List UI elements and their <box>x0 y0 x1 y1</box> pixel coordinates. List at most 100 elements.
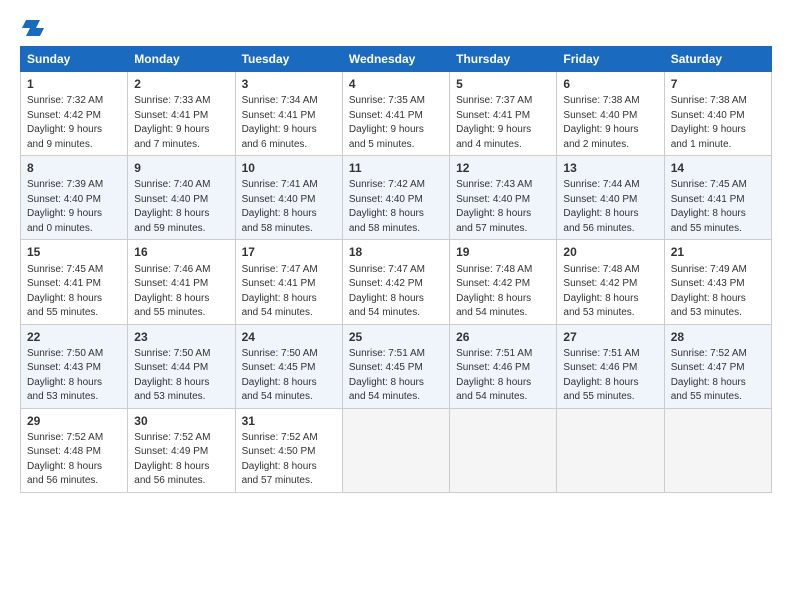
day-cell: 3 Sunrise: 7:34 AMSunset: 4:41 PMDaylight… <box>235 72 342 156</box>
weekday-header: Thursday <box>450 47 557 72</box>
day-cell: 26 Sunrise: 7:51 AMSunset: 4:46 PMDayligh… <box>450 324 557 408</box>
day-number: 9 <box>134 160 228 176</box>
day-number: 3 <box>242 76 336 92</box>
day-cell: 16 Sunrise: 7:46 AMSunset: 4:41 PMDayligh… <box>128 240 235 324</box>
weekday-header: Friday <box>557 47 664 72</box>
day-cell: 1 Sunrise: 7:32 AMSunset: 4:42 PMDaylight… <box>21 72 128 156</box>
day-info: Sunrise: 7:47 AMSunset: 4:41 PMDaylight:… <box>242 264 318 319</box>
day-number: 11 <box>349 160 443 176</box>
day-info: Sunrise: 7:38 AMSunset: 4:40 PMDaylight:… <box>671 95 747 150</box>
day-number: 17 <box>242 244 336 260</box>
day-number: 4 <box>349 76 443 92</box>
day-info: Sunrise: 7:35 AMSunset: 4:41 PMDaylight:… <box>349 95 425 150</box>
day-number: 23 <box>134 329 228 345</box>
day-number: 30 <box>134 413 228 429</box>
calendar-week-row: 15Sunrise: 7:45 AMSunset: 4:41 PMDayligh… <box>21 240 772 324</box>
empty-cell <box>664 408 771 492</box>
day-info: Sunrise: 7:45 AMSunset: 4:41 PMDaylight:… <box>671 179 747 234</box>
day-info: Sunrise: 7:52 AMSunset: 4:49 PMDaylight:… <box>134 432 210 487</box>
day-cell: 18 Sunrise: 7:47 AMSunset: 4:42 PMDayligh… <box>342 240 449 324</box>
day-info: Sunrise: 7:47 AMSunset: 4:42 PMDaylight:… <box>349 264 425 319</box>
empty-cell <box>450 408 557 492</box>
day-number: 12 <box>456 160 550 176</box>
calendar-table: SundayMondayTuesdayWednesdayThursdayFrid… <box>20 46 772 493</box>
day-info: Sunrise: 7:51 AMSunset: 4:46 PMDaylight:… <box>563 348 639 403</box>
day-info: Sunrise: 7:40 AMSunset: 4:40 PMDaylight:… <box>134 179 210 234</box>
day-cell: 22 Sunrise: 7:50 AMSunset: 4:43 PMDayligh… <box>21 324 128 408</box>
day-info: Sunrise: 7:49 AMSunset: 4:43 PMDaylight:… <box>671 264 747 319</box>
day-cell: 28 Sunrise: 7:52 AMSunset: 4:47 PMDayligh… <box>664 324 771 408</box>
day-info: Sunrise: 7:39 AMSunset: 4:40 PMDaylight:… <box>27 179 103 234</box>
day-cell: 7 Sunrise: 7:38 AMSunset: 4:40 PMDaylight… <box>664 72 771 156</box>
day-cell: 2Sunrise: 7:33 AMSunset: 4:41 PMDaylight… <box>128 72 235 156</box>
day-number: 8 <box>27 160 121 176</box>
day-info: Sunrise: 7:41 AMSunset: 4:40 PMDaylight:… <box>242 179 318 234</box>
day-number: 29 <box>27 413 121 429</box>
day-number: 27 <box>563 329 657 345</box>
day-number: 7 <box>671 76 765 92</box>
day-info: Sunrise: 7:52 AMSunset: 4:48 PMDaylight:… <box>27 432 103 487</box>
day-cell: 12 Sunrise: 7:43 AMSunset: 4:40 PMDayligh… <box>450 156 557 240</box>
day-info: Sunrise: 7:52 AMSunset: 4:47 PMDaylight:… <box>671 348 747 403</box>
day-cell: 30 Sunrise: 7:52 AMSunset: 4:49 PMDayligh… <box>128 408 235 492</box>
day-info: Sunrise: 7:51 AMSunset: 4:45 PMDaylight:… <box>349 348 425 403</box>
day-info: Sunrise: 7:45 AMSunset: 4:41 PMDaylight:… <box>27 264 103 319</box>
day-number: 20 <box>563 244 657 260</box>
day-info: Sunrise: 7:32 AMSunset: 4:42 PMDaylight:… <box>27 95 103 150</box>
day-cell: 19 Sunrise: 7:48 AMSunset: 4:42 PMDayligh… <box>450 240 557 324</box>
empty-cell <box>557 408 664 492</box>
day-cell: 15Sunrise: 7:45 AMSunset: 4:41 PMDayligh… <box>21 240 128 324</box>
day-number: 1 <box>27 76 121 92</box>
weekday-header: Saturday <box>664 47 771 72</box>
day-number: 2 <box>134 76 228 92</box>
day-cell: 23 Sunrise: 7:50 AMSunset: 4:44 PMDayligh… <box>128 324 235 408</box>
day-info: Sunrise: 7:34 AMSunset: 4:41 PMDaylight:… <box>242 95 318 150</box>
day-cell: 21Sunrise: 7:49 AMSunset: 4:43 PMDayligh… <box>664 240 771 324</box>
empty-cell <box>342 408 449 492</box>
weekday-header: Wednesday <box>342 47 449 72</box>
day-cell: 24 Sunrise: 7:50 AMSunset: 4:45 PMDayligh… <box>235 324 342 408</box>
day-number: 14 <box>671 160 765 176</box>
day-number: 25 <box>349 329 443 345</box>
calendar-week-row: 8 Sunrise: 7:39 AMSunset: 4:40 PMDaylight… <box>21 156 772 240</box>
day-number: 16 <box>134 244 228 260</box>
calendar-header-row: SundayMondayTuesdayWednesdayThursdayFrid… <box>21 47 772 72</box>
day-number: 19 <box>456 244 550 260</box>
calendar-week-row: 29 Sunrise: 7:52 AMSunset: 4:48 PMDayligh… <box>21 408 772 492</box>
day-cell: 6Sunrise: 7:38 AMSunset: 4:40 PMDaylight… <box>557 72 664 156</box>
day-number: 22 <box>27 329 121 345</box>
day-info: Sunrise: 7:43 AMSunset: 4:40 PMDaylight:… <box>456 179 532 234</box>
day-info: Sunrise: 7:50 AMSunset: 4:43 PMDaylight:… <box>27 348 103 403</box>
weekday-header: Tuesday <box>235 47 342 72</box>
day-info: Sunrise: 7:44 AMSunset: 4:40 PMDaylight:… <box>563 179 639 234</box>
day-cell: 13 Sunrise: 7:44 AMSunset: 4:40 PMDayligh… <box>557 156 664 240</box>
weekday-header: Sunday <box>21 47 128 72</box>
calendar-week-row: 22 Sunrise: 7:50 AMSunset: 4:43 PMDayligh… <box>21 324 772 408</box>
day-number: 18 <box>349 244 443 260</box>
day-info: Sunrise: 7:46 AMSunset: 4:41 PMDaylight:… <box>134 264 210 319</box>
day-cell: 8 Sunrise: 7:39 AMSunset: 4:40 PMDaylight… <box>21 156 128 240</box>
day-info: Sunrise: 7:52 AMSunset: 4:50 PMDaylight:… <box>242 432 318 487</box>
day-cell: 25 Sunrise: 7:51 AMSunset: 4:45 PMDayligh… <box>342 324 449 408</box>
day-cell: 4 Sunrise: 7:35 AMSunset: 4:41 PMDaylight… <box>342 72 449 156</box>
day-info: Sunrise: 7:51 AMSunset: 4:46 PMDaylight:… <box>456 348 532 403</box>
logo <box>20 18 44 36</box>
day-cell: 20 Sunrise: 7:48 AMSunset: 4:42 PMDayligh… <box>557 240 664 324</box>
day-number: 26 <box>456 329 550 345</box>
weekday-header: Monday <box>128 47 235 72</box>
day-cell: 5Sunrise: 7:37 AMSunset: 4:41 PMDaylight… <box>450 72 557 156</box>
day-info: Sunrise: 7:50 AMSunset: 4:44 PMDaylight:… <box>134 348 210 403</box>
day-info: Sunrise: 7:48 AMSunset: 4:42 PMDaylight:… <box>563 264 639 319</box>
logo-icon <box>22 18 44 36</box>
day-info: Sunrise: 7:50 AMSunset: 4:45 PMDaylight:… <box>242 348 318 403</box>
day-info: Sunrise: 7:48 AMSunset: 4:42 PMDaylight:… <box>456 264 532 319</box>
day-number: 5 <box>456 76 550 92</box>
day-cell: 29 Sunrise: 7:52 AMSunset: 4:48 PMDayligh… <box>21 408 128 492</box>
day-number: 13 <box>563 160 657 176</box>
day-number: 24 <box>242 329 336 345</box>
day-cell: 14 Sunrise: 7:45 AMSunset: 4:41 PMDayligh… <box>664 156 771 240</box>
day-number: 28 <box>671 329 765 345</box>
day-number: 10 <box>242 160 336 176</box>
day-info: Sunrise: 7:38 AMSunset: 4:40 PMDaylight:… <box>563 95 639 150</box>
day-cell: 31Sunrise: 7:52 AMSunset: 4:50 PMDayligh… <box>235 408 342 492</box>
